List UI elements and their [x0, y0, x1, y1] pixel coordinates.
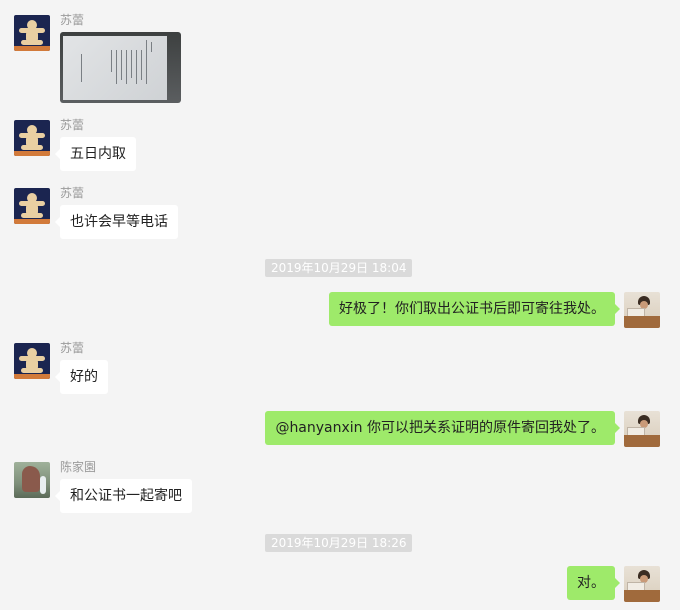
sender-avatar[interactable] [14, 462, 50, 498]
timestamp: 2019年10月29日 18:26 [265, 534, 413, 552]
message-bubble[interactable]: 好的 [55, 360, 108, 394]
sender-name: 苏蕾 [60, 186, 85, 200]
sender-name: 陈家園 [60, 460, 97, 474]
timestamp: 2019年10月29日 18:04 [265, 259, 413, 277]
sender-avatar[interactable] [14, 343, 50, 379]
sender-name: 苏蕾 [60, 341, 85, 355]
message-bubble[interactable]: @hanyanxin 你可以把关系证明的原件寄回我处了。 [265, 411, 620, 445]
message-bubble[interactable]: 对。 [567, 566, 620, 600]
message-bubble[interactable]: 五日内取 [55, 137, 136, 171]
message-bubble[interactable]: 好极了！你们取出公证书后即可寄往我处。 [329, 292, 620, 326]
sender-avatar[interactable] [14, 120, 50, 156]
sender-avatar[interactable] [14, 188, 50, 224]
message-bubble[interactable]: 和公证书一起寄吧 [55, 479, 192, 513]
my-avatar[interactable] [624, 292, 660, 328]
image-message[interactable] [60, 32, 181, 103]
message-bubble[interactable]: 也许会早等电话 [55, 205, 178, 239]
my-avatar[interactable] [624, 411, 660, 447]
document-photo [63, 36, 167, 100]
sender-name: 苏蕾 [60, 118, 85, 132]
sender-name: 苏蕾 [60, 13, 85, 27]
my-avatar[interactable] [624, 566, 660, 602]
sender-avatar[interactable] [14, 15, 50, 51]
chat-message-list[interactable]: 苏蕾 苏蕾 五日内取 苏蕾 也许会早等电话 2019年10月29日 18:04 … [0, 0, 680, 610]
